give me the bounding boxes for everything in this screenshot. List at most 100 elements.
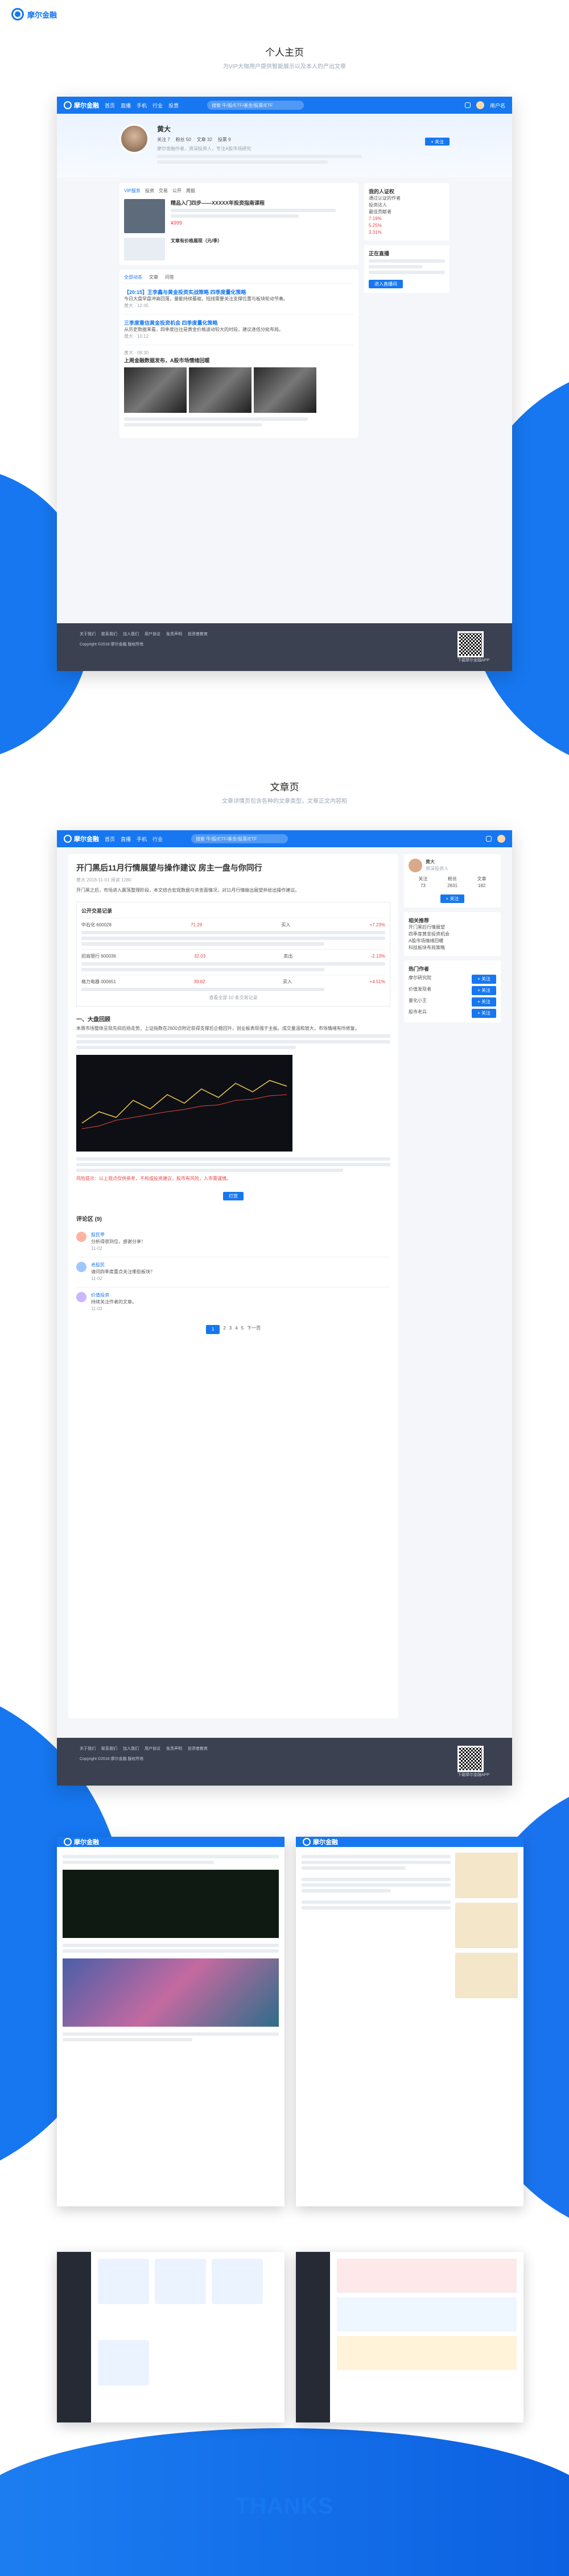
footer-link[interactable]: 投资者教育 <box>188 1746 208 1751</box>
profile-stat[interactable]: 关注 7 <box>157 136 170 143</box>
next-page-button[interactable]: 下一页 <box>247 1325 261 1334</box>
profile-stat[interactable]: 文章 32 <box>197 136 212 143</box>
related-item[interactable]: 科技板块布局策略 <box>409 945 496 951</box>
trade-code[interactable]: 中石化 600028 <box>81 922 112 929</box>
footer-link[interactable]: 联系我们 <box>101 1746 117 1751</box>
popular-author[interactable]: 摩尔研究院 <box>409 975 431 984</box>
follow-button[interactable]: + 关注 <box>425 138 450 146</box>
vip-tag[interactable]: VIP服务 <box>124 188 141 194</box>
follow-button[interactable]: + 关注 <box>472 986 496 995</box>
post-image[interactable] <box>124 367 187 413</box>
live-button[interactable]: 进入直播间 <box>369 280 403 288</box>
feature-card-title[interactable]: 文章有价格展现（元/季） <box>171 238 354 260</box>
bell-icon[interactable] <box>486 836 492 842</box>
comment-user[interactable]: 股民甲 <box>91 1232 390 1239</box>
trade-code[interactable]: 招商银行 600036 <box>81 953 116 960</box>
follow-button[interactable]: + 关注 <box>472 997 496 1007</box>
preview-screenshot[interactable] <box>296 2252 523 2422</box>
trade-code[interactable]: 格力电器 000651 <box>81 979 116 985</box>
author-name[interactable]: 黄大 <box>426 859 448 865</box>
filter-tab[interactable]: 文章 <box>149 274 158 281</box>
popular-author[interactable]: 股市老兵 <box>409 1009 427 1018</box>
moore-ring-icon <box>64 835 72 843</box>
comment-user[interactable]: 老股民 <box>91 1262 390 1269</box>
post-title[interactable]: 上周金融数据发布，A股市场情绪回暖 <box>124 357 354 364</box>
avatar[interactable] <box>476 101 484 109</box>
nav-item[interactable]: 手机 <box>137 835 147 843</box>
popular-author[interactable]: 量化小王 <box>409 997 427 1007</box>
related-item[interactable]: 开门黑后行情展望 <box>409 924 496 931</box>
post-author[interactable]: 黄大 <box>124 350 133 355</box>
vip-tag[interactable]: 交易 <box>159 188 168 194</box>
filter-tab[interactable]: 全部动态 <box>124 274 142 281</box>
footer-link[interactable]: 关于我们 <box>80 1746 96 1751</box>
related-item[interactable]: 四季度黄金投资机会 <box>409 931 496 938</box>
post-image[interactable] <box>189 367 251 413</box>
post-title[interactable]: 三季度重估黄金投资机会 四季度量化策略 <box>124 319 354 326</box>
nav-item[interactable]: 首页 <box>105 102 115 109</box>
page-button[interactable]: 1 <box>205 1325 220 1334</box>
avatar[interactable] <box>76 1262 86 1272</box>
search-input[interactable]: 搜索 牛/股/ETF/基金/股票/ETF <box>207 101 304 110</box>
avatar[interactable] <box>76 1292 86 1302</box>
brand: 摩尔金融 <box>11 8 57 20</box>
nav-item[interactable]: 行业 <box>152 102 163 109</box>
nav-item[interactable]: 手机 <box>137 102 147 109</box>
post-image[interactable] <box>254 367 316 413</box>
follow-button[interactable]: + 关注 <box>472 975 496 984</box>
avatar[interactable] <box>497 835 505 843</box>
user-name[interactable]: 用户名 <box>490 102 505 109</box>
avatar[interactable] <box>409 859 422 872</box>
featured-title[interactable]: 精品入门四步——XXXXX年投资指南课程 <box>171 199 354 206</box>
footer-link[interactable]: 投资者教育 <box>188 631 208 637</box>
vip-panel: VIP服务 投资 交易 公开 周报 精品入门四步——XXXXX年投资指南课程 ¥… <box>119 183 358 265</box>
page-button[interactable]: 2 <box>223 1325 225 1334</box>
feed-item[interactable]: 三季度重估黄金投资机会 四季度量化策略 从历史数据来看，四季度往往是黄金价格波动… <box>124 314 354 345</box>
author-stat-label: 关注 <box>418 876 428 881</box>
vip-tag[interactable]: 公开 <box>172 188 182 194</box>
reward-button[interactable]: 打赏 <box>223 1192 244 1200</box>
search-input[interactable]: 搜索 牛/股/ETF/基金/股票/ETF <box>191 834 288 843</box>
preview-screenshot[interactable]: 摩尔金融 <box>296 1837 523 2206</box>
vip-tag[interactable]: 投资 <box>145 188 154 194</box>
profile-stat[interactable]: 粉丝 50 <box>176 136 191 143</box>
feed-item[interactable]: 【20:15】王李鑫与黄金投资实战策略 四季度量化策略 今日大盘早盘冲高回落，量… <box>124 284 354 314</box>
nav-item[interactable]: 直播 <box>121 102 131 109</box>
profile-stat[interactable]: 投票 9 <box>218 136 231 143</box>
filter-tab[interactable]: 问答 <box>165 274 174 281</box>
avatar[interactable] <box>76 1232 86 1242</box>
more-trades-link[interactable]: 查看全部 10 条交易记录 <box>81 995 385 1001</box>
page-button[interactable]: 5 <box>241 1325 244 1334</box>
footer-link[interactable]: 加入我们 <box>123 1746 139 1751</box>
page-button[interactable]: 3 <box>229 1325 232 1334</box>
course-cover[interactable] <box>124 199 165 233</box>
feed-item[interactable]: 黄大 · 08:30 上周金融数据发布，A股市场情绪回暖 <box>124 345 354 433</box>
nav-item[interactable]: 首页 <box>105 835 115 843</box>
page-button[interactable]: 4 <box>235 1325 237 1334</box>
nav-item[interactable]: 投票 <box>168 102 179 109</box>
bell-icon[interactable] <box>464 102 471 108</box>
trade-pct: +4.51% <box>369 979 385 984</box>
footer-link[interactable]: 免责声明 <box>166 1746 182 1751</box>
footer-link[interactable]: 关于我们 <box>80 631 96 637</box>
app-logo[interactable]: 摩尔金融 <box>64 101 99 110</box>
post-title[interactable]: 【20:15】王李鑫与黄金投资实战策略 四季度量化策略 <box>124 288 354 296</box>
footer-link[interactable]: 免责声明 <box>166 631 182 637</box>
preview-screenshot[interactable]: 摩尔金融 <box>57 1837 284 2206</box>
footer-link[interactable]: 用户协议 <box>145 1746 160 1751</box>
footer-link[interactable]: 用户协议 <box>145 631 160 637</box>
post-author[interactable]: 黄大 <box>124 334 133 339</box>
footer-link[interactable]: 联系我们 <box>101 631 117 637</box>
vip-tag[interactable]: 周报 <box>186 188 195 194</box>
related-item[interactable]: A股市场情绪回暖 <box>409 938 496 945</box>
nav-item[interactable]: 直播 <box>121 835 131 843</box>
app-logo[interactable]: 摩尔金融 <box>64 834 99 843</box>
comment-user[interactable]: 价值投资 <box>91 1292 390 1299</box>
footer-link[interactable]: 加入我们 <box>123 631 139 637</box>
popular-author[interactable]: 价值发现者 <box>409 986 431 995</box>
nav-item[interactable]: 行业 <box>152 835 163 843</box>
post-author[interactable]: 黄大 <box>124 303 133 308</box>
follow-button[interactable]: + 关注 <box>440 894 465 903</box>
follow-button[interactable]: + 关注 <box>472 1009 496 1018</box>
preview-screenshot[interactable] <box>57 2252 284 2422</box>
